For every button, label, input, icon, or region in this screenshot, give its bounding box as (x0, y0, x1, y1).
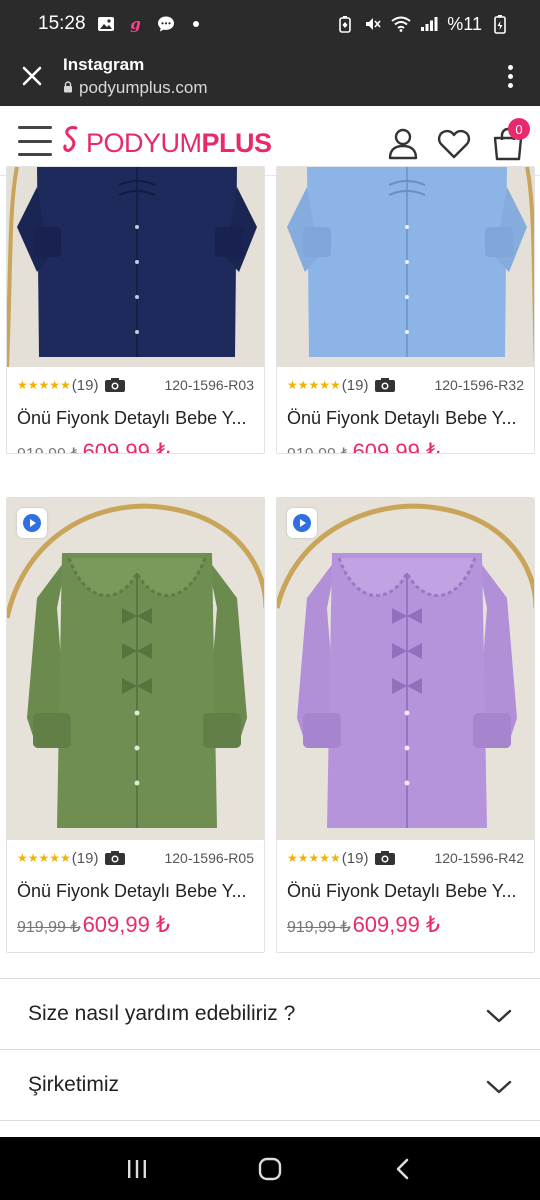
camera-icon (104, 377, 126, 393)
review-count: (19) (71, 849, 99, 867)
battery-saver-icon (335, 14, 355, 34)
product-card[interactable]: ★★★★★ (19) 120-1596-R32 Önü Fiyonk Detay… (276, 166, 535, 454)
message-icon (156, 14, 176, 34)
logo-text-podyum: PODYUM (86, 127, 202, 158)
new-price: 609,99 ₺ (352, 912, 440, 937)
old-price: 919,99 ₺ (17, 919, 81, 936)
chevron-down-icon (486, 1077, 512, 1094)
old-price: 919,99 ₺ (287, 444, 351, 453)
back-icon[interactable] (383, 1149, 423, 1189)
product-image[interactable] (7, 167, 264, 367)
app-notification-icon: g (130, 15, 141, 33)
old-price: 919,99 ₺ (287, 919, 351, 936)
new-price: 609,99 ₺ (82, 439, 170, 454)
user-icon[interactable] (386, 126, 420, 162)
accordion-company[interactable]: Şirketimiz (0, 1049, 540, 1120)
review-count: (19) (71, 376, 99, 394)
camera-icon (104, 850, 126, 866)
play-video-icon[interactable] (287, 508, 317, 538)
tab-url-text: podyumplus.com (79, 78, 208, 97)
home-icon[interactable] (250, 1149, 290, 1189)
product-name[interactable]: Önü Fiyonk Detaylı Bebe Y... (287, 403, 524, 433)
product-name[interactable]: Önü Fiyonk Detaylı Bebe Y... (17, 403, 254, 433)
mute-icon (363, 14, 383, 34)
product-name[interactable]: Önü Fiyonk Detaylı Bebe Y... (287, 876, 524, 906)
review-count: (19) (341, 376, 369, 394)
tab-title: Instagram (63, 55, 145, 74)
hamburger-icon[interactable] (18, 126, 52, 156)
footer-accordion: Size nasıl yardım edebiliriz ? Şirketimi… (0, 978, 540, 1140)
status-time: 15:28 (38, 13, 86, 34)
signal-icon (419, 14, 439, 34)
heart-icon[interactable] (436, 126, 472, 162)
logo-text-plus: PLUS (201, 127, 273, 158)
gallery-icon (96, 14, 116, 34)
dot-icon (186, 14, 206, 34)
old-price: 919,99 ₺ (17, 444, 81, 453)
cart-count-badge: 0 (508, 118, 530, 140)
camera-icon (374, 850, 396, 866)
tab-url[interactable]: podyumplus.com (63, 78, 208, 98)
product-image[interactable] (277, 167, 534, 367)
product-sku: 120-1596-R32 (434, 377, 524, 393)
wifi-icon (391, 14, 411, 34)
accordion-help[interactable]: Size nasıl yardım edebiliriz ? (0, 978, 540, 1049)
play-video-icon[interactable] (17, 508, 47, 538)
site-logo[interactable]: PODYUM PLUS (60, 124, 272, 162)
battery-level: %11 (447, 13, 482, 34)
rating-stars: ★★★★★ (17, 851, 71, 865)
status-bar: 15:28 g %11 (0, 0, 540, 48)
rating-stars: ★★★★★ (287, 378, 341, 392)
product-sku: 120-1596-R03 (164, 377, 254, 393)
product-image[interactable] (277, 498, 534, 840)
product-card[interactable]: ★★★★★ (19) 120-1596-R05 Önü Fiyonk Detay… (6, 497, 265, 953)
rating-stars: ★★★★★ (17, 378, 71, 392)
lock-icon (63, 78, 73, 98)
product-card[interactable]: ★★★★★ (19) 120-1596-R42 Önü Fiyonk Detay… (276, 497, 535, 953)
camera-icon (374, 377, 396, 393)
new-price: 609,99 ₺ (82, 912, 170, 937)
logo-mark-icon (60, 124, 84, 162)
more-vert-icon[interactable] (498, 60, 522, 92)
review-count: (19) (341, 849, 369, 867)
close-icon[interactable] (16, 60, 48, 92)
recent-apps-icon[interactable] (117, 1149, 157, 1189)
product-card[interactable]: ★★★★★ (19) 120-1596-R03 Önü Fiyonk Detay… (6, 166, 265, 454)
battery-icon (490, 14, 510, 34)
new-price: 609,99 ₺ (352, 439, 440, 454)
system-nav-bar (0, 1137, 540, 1200)
chevron-down-icon (486, 1006, 512, 1023)
product-sku: 120-1596-R05 (164, 850, 254, 866)
product-sku: 120-1596-R42 (434, 850, 524, 866)
accordion-label: Size nasıl yardım edebiliriz ? (28, 1002, 296, 1025)
product-name[interactable]: Önü Fiyonk Detaylı Bebe Y... (17, 876, 254, 906)
custom-tab-header: Instagram podyumplus.com (0, 48, 540, 106)
rating-stars: ★★★★★ (287, 851, 341, 865)
product-image[interactable] (7, 498, 264, 840)
accordion-label: Şirketimiz (28, 1073, 120, 1096)
